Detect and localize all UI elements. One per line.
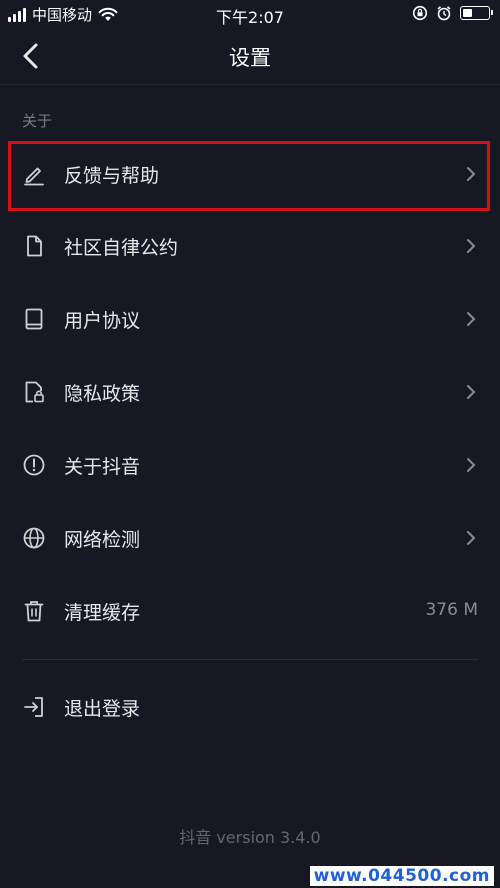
chevron-right-icon xyxy=(467,239,476,253)
version-text: 抖音 version 3.4.0 xyxy=(179,828,321,847)
trash-icon xyxy=(24,601,44,622)
settings-item-community-rules[interactable]: 社区自律公约 xyxy=(0,216,500,276)
globe-icon xyxy=(23,527,45,549)
logout-icon xyxy=(24,697,43,717)
settings-item-label: 用户协议 xyxy=(64,310,141,332)
chevron-right-icon xyxy=(467,531,476,545)
chevron-right-icon xyxy=(467,385,476,399)
document-icon xyxy=(27,235,42,257)
battery-icon xyxy=(460,6,493,20)
settings-item-label: 清理缓存 xyxy=(64,602,141,624)
page-title: 设置 xyxy=(229,46,271,70)
settings-item-label: 反馈与帮助 xyxy=(64,165,160,187)
status-right xyxy=(412,5,493,21)
settings-item-label: 网络检测 xyxy=(64,529,141,551)
settings-item-privacy-policy[interactable]: 隐私政策 xyxy=(0,362,500,422)
settings-item-about-douyin[interactable]: 关于抖音 xyxy=(0,435,500,495)
chevron-right-icon xyxy=(467,167,476,181)
info-circle-icon xyxy=(23,454,45,476)
list-divider xyxy=(22,659,478,660)
status-bar: 中国移动 下午2:07 xyxy=(0,0,500,28)
settings-item-user-agreement[interactable]: 用户协议 xyxy=(0,289,500,349)
settings-screen: 中国移动 下午2:07 设置 关于 反馈与帮助 社区自律公约 用户协议 隐私政策… xyxy=(0,0,500,888)
settings-item-network-check[interactable]: 网络检测 xyxy=(0,508,500,568)
settings-item-clear-cache[interactable]: 清理缓存 376 M xyxy=(0,581,500,641)
settings-item-label: 关于抖音 xyxy=(64,456,141,478)
alarm-icon xyxy=(437,6,451,21)
watermark-text: www.044500.com xyxy=(309,866,494,886)
book-icon xyxy=(25,308,43,330)
settings-item-feedback[interactable]: 反馈与帮助 xyxy=(0,144,500,204)
logout-button[interactable]: 退出登录 xyxy=(0,677,500,737)
cache-size-value: 376 M xyxy=(425,600,478,620)
nav-divider xyxy=(0,84,500,85)
privacy-lock-icon xyxy=(25,381,44,403)
section-header-about: 关于 xyxy=(22,112,53,130)
nav-bar: 设置 xyxy=(0,28,500,84)
settings-item-label: 社区自律公约 xyxy=(64,237,179,259)
edit-pen-icon xyxy=(24,167,44,186)
chevron-right-icon xyxy=(467,458,476,472)
orientation-lock-icon xyxy=(412,5,428,21)
chevron-right-icon xyxy=(467,312,476,326)
settings-item-label: 隐私政策 xyxy=(64,383,141,405)
logout-label: 退出登录 xyxy=(64,698,141,720)
